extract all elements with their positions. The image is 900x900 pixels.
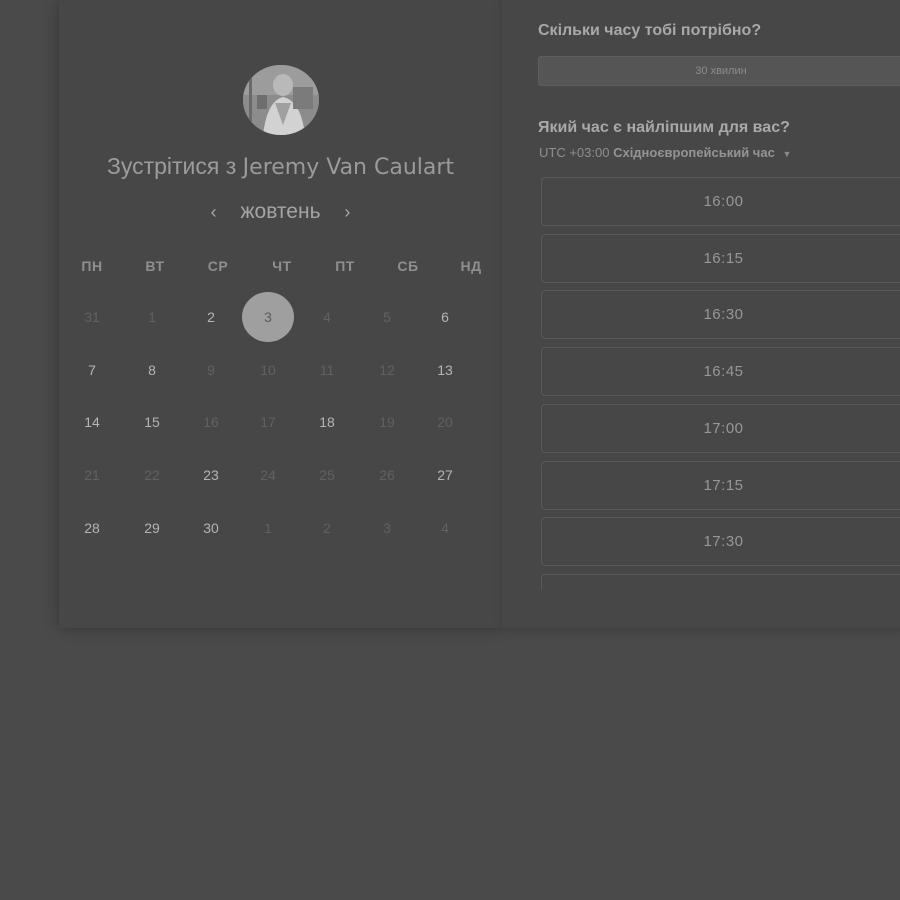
calendar-day-number: 7 <box>88 362 96 378</box>
calendar-day: 24 <box>242 450 294 500</box>
calendar-grid: 31 1 2 3 4 5 6 7 8 9 10 11 12 13 14 15 16 17 18 19 20 21 22 23 2… <box>0 0 502 600</box>
calendar-day-number: 2 <box>323 520 331 536</box>
calendar-day: 20 <box>419 397 471 447</box>
time-slot-button[interactable]: 17:30 <box>541 517 900 566</box>
calendar-day: 5 <box>361 292 413 342</box>
time-slot-button[interactable]: 17:15 <box>541 461 900 510</box>
calendar-day: 10 <box>242 345 294 395</box>
calendar-day-number: 4 <box>441 520 449 536</box>
calendar-day-number: 21 <box>84 467 100 483</box>
calendar-day-number: 3 <box>383 520 391 536</box>
calendar-day[interactable]: 18 <box>301 397 353 447</box>
calendar-day: 1 <box>242 503 294 553</box>
calendar-day-number: 13 <box>437 362 453 378</box>
calendar-day-number: 8 <box>148 362 156 378</box>
calendar-day[interactable]: 14 <box>66 397 118 447</box>
calendar-day-number: 9 <box>207 362 215 378</box>
calendar-day-number: 17 <box>260 414 276 430</box>
calendar-day-number: 10 <box>260 362 276 378</box>
calendar-day-selected[interactable]: 3 <box>242 292 294 342</box>
calendar-day-number: 5 <box>383 309 391 325</box>
calendar-day-number: 18 <box>319 414 335 430</box>
calendar-day-number: 25 <box>319 467 335 483</box>
calendar-day-number: 28 <box>84 520 100 536</box>
calendar-day-number: 11 <box>319 362 335 378</box>
calendar-day: 26 <box>361 450 413 500</box>
time-slot-button[interactable]: 16:00 <box>541 177 900 226</box>
calendar-day[interactable]: 29 <box>126 503 178 553</box>
calendar-day: 17 <box>242 397 294 447</box>
calendar-day[interactable]: 28 <box>66 503 118 553</box>
calendar-day: 3 <box>361 503 413 553</box>
calendar-day-number: 19 <box>379 414 395 430</box>
calendar-day: 9 <box>185 345 237 395</box>
calendar-day: 25 <box>301 450 353 500</box>
calendar-day-number: 4 <box>323 309 331 325</box>
time-slot-button[interactable]: 16:30 <box>541 290 900 339</box>
calendar-day-number: 1 <box>264 520 272 536</box>
calendar-day-number: 26 <box>379 467 395 483</box>
calendar-day-number: 15 <box>144 414 160 430</box>
calendar-day[interactable]: 8 <box>126 345 178 395</box>
calendar-day-number: 16 <box>203 414 219 430</box>
calendar-day-number: 30 <box>203 520 219 536</box>
calendar-day-number: 20 <box>437 414 453 430</box>
calendar-day-number: 23 <box>203 467 219 483</box>
time-slot-button[interactable] <box>541 574 900 590</box>
calendar-day-number: 2 <box>207 309 215 325</box>
calendar-day-number: 6 <box>441 309 449 325</box>
calendar-day-number: 12 <box>379 362 395 378</box>
calendar-day-number: 29 <box>144 520 160 536</box>
time-slot-button[interactable]: 16:15 <box>541 234 900 283</box>
calendar-day: 22 <box>126 450 178 500</box>
calendar-day[interactable]: 23 <box>185 450 237 500</box>
calendar-day: 12 <box>361 345 413 395</box>
calendar-day[interactable]: 7 <box>66 345 118 395</box>
calendar-day-number: 31 <box>84 309 100 325</box>
calendar-day: 16 <box>185 397 237 447</box>
calendar-day-number: 27 <box>437 467 453 483</box>
calendar-day: 4 <box>419 503 471 553</box>
calendar-day[interactable]: 27 <box>419 450 471 500</box>
calendar-day[interactable]: 2 <box>185 292 237 342</box>
time-slot-button[interactable]: 16:45 <box>541 347 900 396</box>
calendar-day: 21 <box>66 450 118 500</box>
calendar-day-number: 22 <box>144 467 160 483</box>
calendar-day: 31 <box>66 292 118 342</box>
time-slot-button[interactable]: 17:00 <box>541 404 900 453</box>
time-slot-list: 16:00 16:15 16:30 16:45 17:00 17:15 17:30 <box>541 0 900 590</box>
calendar-day[interactable]: 30 <box>185 503 237 553</box>
calendar-day[interactable]: 15 <box>126 397 178 447</box>
calendar-day-number: 1 <box>148 309 156 325</box>
calendar-day[interactable]: 13 <box>419 345 471 395</box>
calendar-day: 2 <box>301 503 353 553</box>
calendar-day: 11 <box>301 345 353 395</box>
scheduling-page: Зустрітися з Jeremy Van Caulart ‹ жовтен… <box>0 0 900 900</box>
calendar-day[interactable]: 6 <box>419 292 471 342</box>
calendar-day-number: 24 <box>260 467 276 483</box>
calendar-day: 4 <box>301 292 353 342</box>
calendar-day-number: 14 <box>84 414 100 430</box>
calendar-day: 19 <box>361 397 413 447</box>
calendar-day: 1 <box>126 292 178 342</box>
calendar-day-number: 3 <box>264 309 272 325</box>
